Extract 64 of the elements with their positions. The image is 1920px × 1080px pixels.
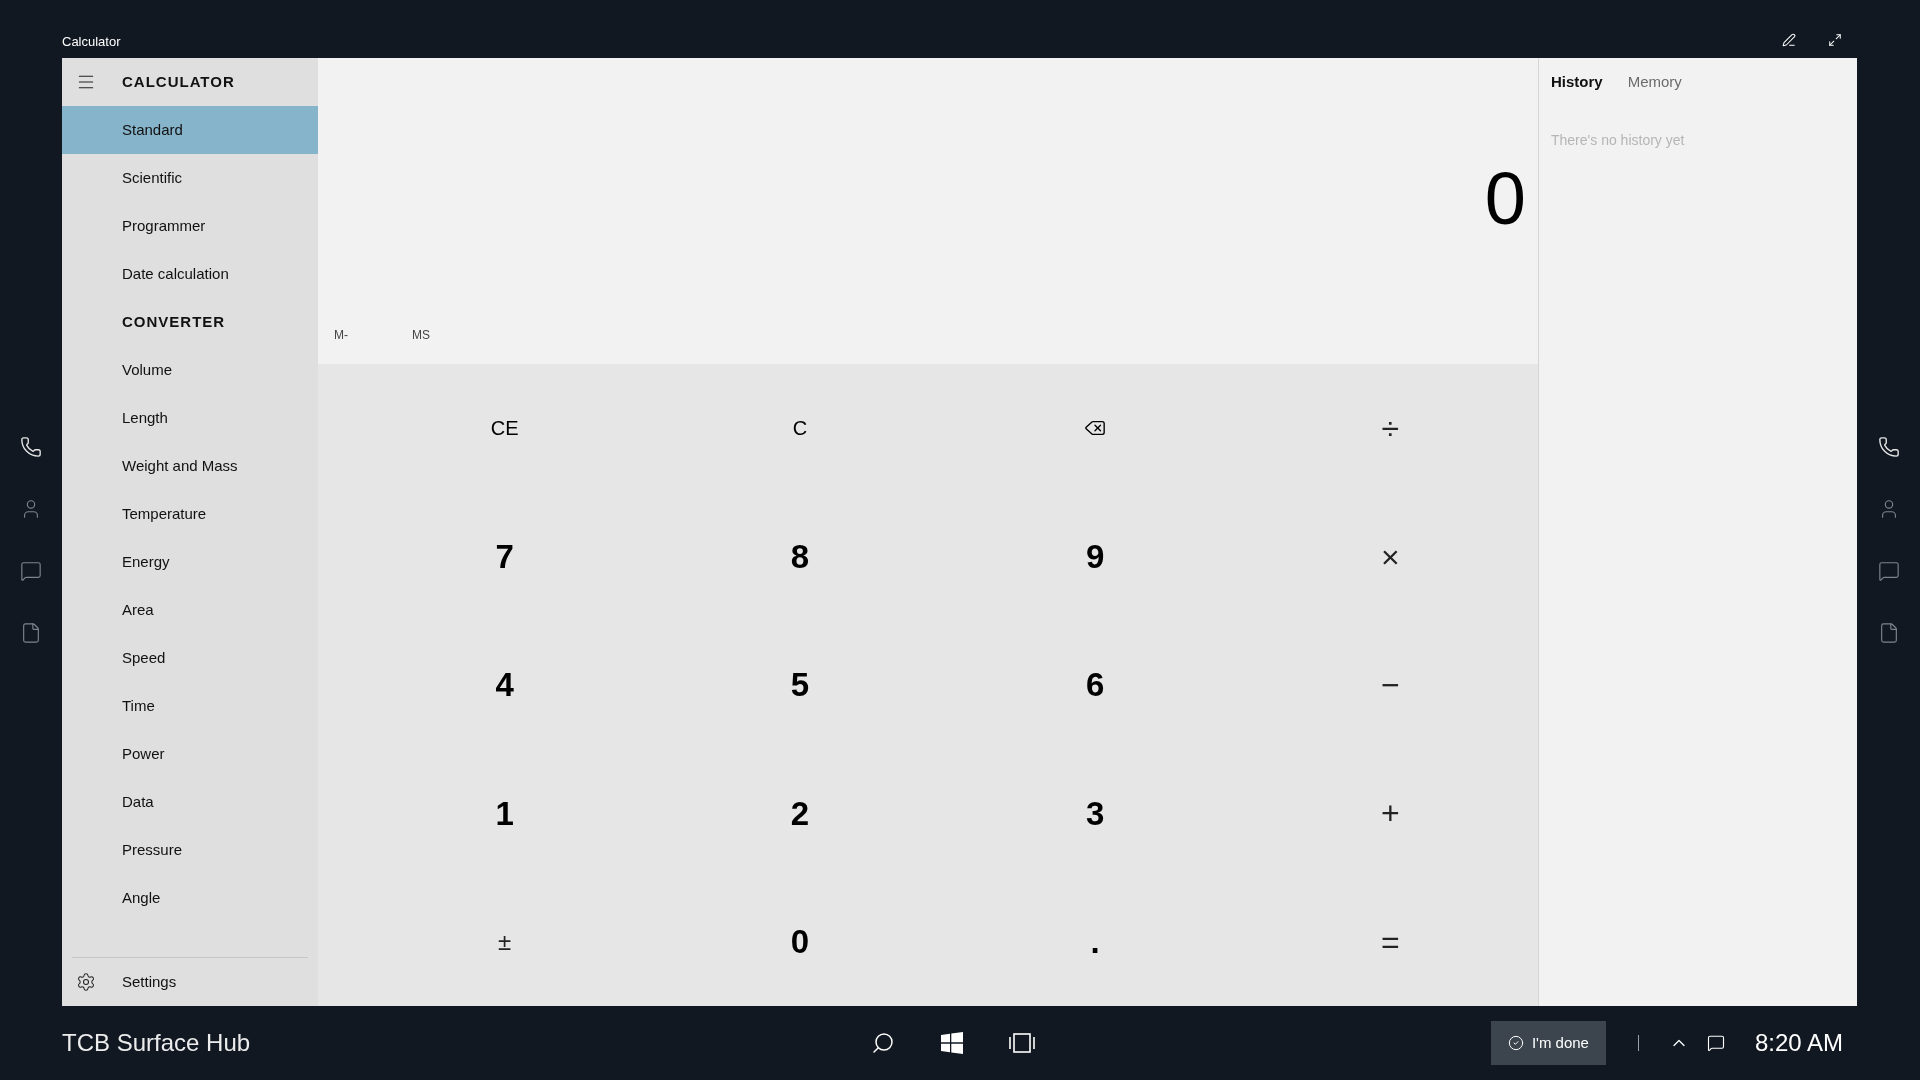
nav-item[interactable]: Angle — [62, 874, 318, 922]
start-button[interactable] — [940, 1032, 963, 1054]
nav-item[interactable]: Length — [62, 394, 318, 442]
nav-item[interactable]: Pressure — [62, 826, 318, 874]
phone-icon[interactable] — [20, 436, 42, 458]
operator-key[interactable]: = — [1242, 877, 1538, 1006]
device-name: TCB Surface Hub — [62, 1028, 251, 1058]
operator-key[interactable]: + — [1242, 749, 1538, 878]
digit-key[interactable]: 7 — [357, 492, 653, 621]
clear-key[interactable]: C — [652, 364, 948, 493]
section-heading: CONVERTER — [122, 311, 226, 332]
task-view-icon — [1008, 1033, 1035, 1053]
nav-item[interactable]: Power — [62, 730, 318, 778]
nav-item[interactable]: Area — [62, 586, 318, 634]
display-value: 0 — [1484, 162, 1526, 236]
digit-key[interactable]: 1 — [357, 749, 653, 878]
digit-key[interactable]: 3 — [947, 749, 1243, 878]
expand-icon[interactable] — [1828, 33, 1842, 47]
digit-key[interactable]: 2 — [652, 749, 948, 878]
panel-tab[interactable]: Memory — [1627, 70, 1682, 94]
settings-icon — [76, 972, 96, 992]
digit-key[interactable]: 4 — [357, 620, 653, 750]
windows-icon — [940, 1032, 963, 1054]
decimal-key[interactable]: . — [947, 877, 1243, 1006]
nav-item[interactable]: Standard — [62, 106, 318, 154]
memory-button[interactable]: M- — [318, 319, 396, 351]
clear-key[interactable]: CE — [357, 364, 653, 493]
sign-key[interactable]: ± — [357, 877, 653, 1006]
task-view-button[interactable] — [1008, 1033, 1035, 1053]
digit-key[interactable]: 8 — [652, 492, 948, 621]
search-button[interactable] — [870, 1031, 895, 1055]
chat-icon[interactable] — [20, 560, 42, 582]
nav-item[interactable]: Time — [62, 682, 318, 730]
panel-tab[interactable]: History — [1551, 70, 1603, 94]
memory-button[interactable]: MS — [396, 319, 474, 351]
clock-time: 8:20 AM — [1754, 1028, 1843, 1058]
digit-key[interactable]: 6 — [947, 620, 1243, 750]
done-button[interactable]: I'm done — [1490, 1021, 1606, 1065]
nav-item[interactable]: Data — [62, 778, 318, 826]
operator-key[interactable]: ÷ — [1242, 364, 1538, 493]
check-circle-icon — [1507, 1035, 1524, 1051]
phone-icon[interactable] — [1877, 436, 1900, 458]
nav-item[interactable]: Date calculation — [62, 250, 318, 298]
digit-key[interactable]: 5 — [652, 620, 948, 750]
operator-key[interactable]: × — [1242, 492, 1538, 621]
nav-item[interactable]: Energy — [62, 538, 318, 586]
nav-item[interactable]: Volume — [62, 346, 318, 394]
notification-icon[interactable] — [1706, 1034, 1725, 1052]
window-title: Calculator — [62, 35, 121, 48]
settings-button[interactable]: Settings — [62, 958, 318, 1006]
nav-heading: CALCULATOR — [122, 71, 235, 92]
search-icon — [870, 1031, 895, 1055]
pen-icon[interactable] — [1782, 33, 1796, 47]
empty-history-message: There's no history yet — [1551, 131, 1686, 150]
digit-key[interactable]: 0 — [652, 877, 948, 1006]
digit-key[interactable]: 9 — [947, 492, 1243, 621]
chat-icon[interactable] — [1877, 560, 1900, 582]
nav-item[interactable]: Programmer — [62, 202, 318, 250]
nav-item[interactable]: Weight and Mass — [62, 442, 318, 490]
nav-item[interactable]: Speed — [62, 634, 318, 682]
nav-item[interactable]: Scientific — [62, 154, 318, 202]
operator-key[interactable]: − — [1242, 620, 1538, 750]
document-icon[interactable] — [20, 622, 42, 644]
nav-item[interactable]: Temperature — [62, 490, 318, 538]
